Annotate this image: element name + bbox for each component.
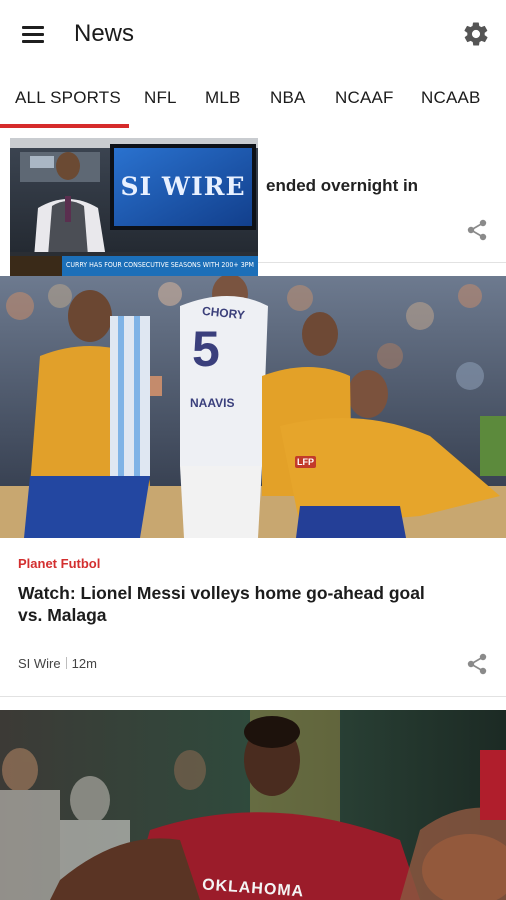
page-title: News xyxy=(74,20,135,47)
tab-ncaab[interactable]: NCAAB xyxy=(421,88,481,108)
tab-nba[interactable]: NBA xyxy=(270,88,306,108)
video-thumbnail[interactable]: SI WIRE CURRY HAS FOUR CONSECUTIVE SEASO… xyxy=(10,138,258,276)
divider xyxy=(0,696,506,697)
meta-divider xyxy=(65,657,67,669)
tab-ncaaf[interactable]: NCAAF xyxy=(335,88,394,108)
video-ticker: CURRY HAS FOUR CONSECUTIVE SEASONS WITH … xyxy=(10,256,258,276)
jersey-number: 5 xyxy=(192,321,220,377)
soccer-photo xyxy=(0,276,506,538)
basketball-photo xyxy=(0,710,506,900)
tab-all-sports[interactable]: ALL SPORTS xyxy=(15,88,121,108)
sport-tabs: ALL SPORTS NFL MLB NBA NCAAF NCAAB xyxy=(0,72,506,128)
tab-nfl[interactable]: NFL xyxy=(144,88,177,108)
article-image-soccer[interactable]: CHORY 5 NAAVIS LFP xyxy=(0,276,506,538)
share-icon[interactable] xyxy=(466,652,488,676)
gear-icon[interactable] xyxy=(462,20,490,48)
article-headline[interactable]: Watch: Lionel Messi volleys home go-ahea… xyxy=(18,582,448,626)
ticker-text: CURRY HAS FOUR CONSECUTIVE SEASONS WITH … xyxy=(66,261,254,269)
article-time: 12m xyxy=(71,656,97,671)
article-meta: SI Wire 12m xyxy=(18,656,97,671)
share-icon[interactable] xyxy=(466,218,488,242)
article-kicker[interactable]: Planet Futbol xyxy=(18,556,100,571)
news-card-article[interactable]: Planet Futbol Watch: Lionel Messi volley… xyxy=(0,538,506,698)
jersey-sponsor: NAAVIS xyxy=(190,396,235,410)
tab-mlb[interactable]: MLB xyxy=(205,88,241,108)
article-source: SI Wire xyxy=(18,656,61,671)
article-headline: ended overnight in xyxy=(266,176,419,195)
hamburger-menu-icon[interactable] xyxy=(20,22,48,48)
app-bar: News xyxy=(0,0,506,70)
article-image-basketball[interactable]: OKLAHOMA xyxy=(0,710,506,900)
jersey-patch: LFP xyxy=(295,456,316,468)
video-screen-text: SI WIRE xyxy=(120,172,246,201)
ticker-logo xyxy=(10,256,62,276)
